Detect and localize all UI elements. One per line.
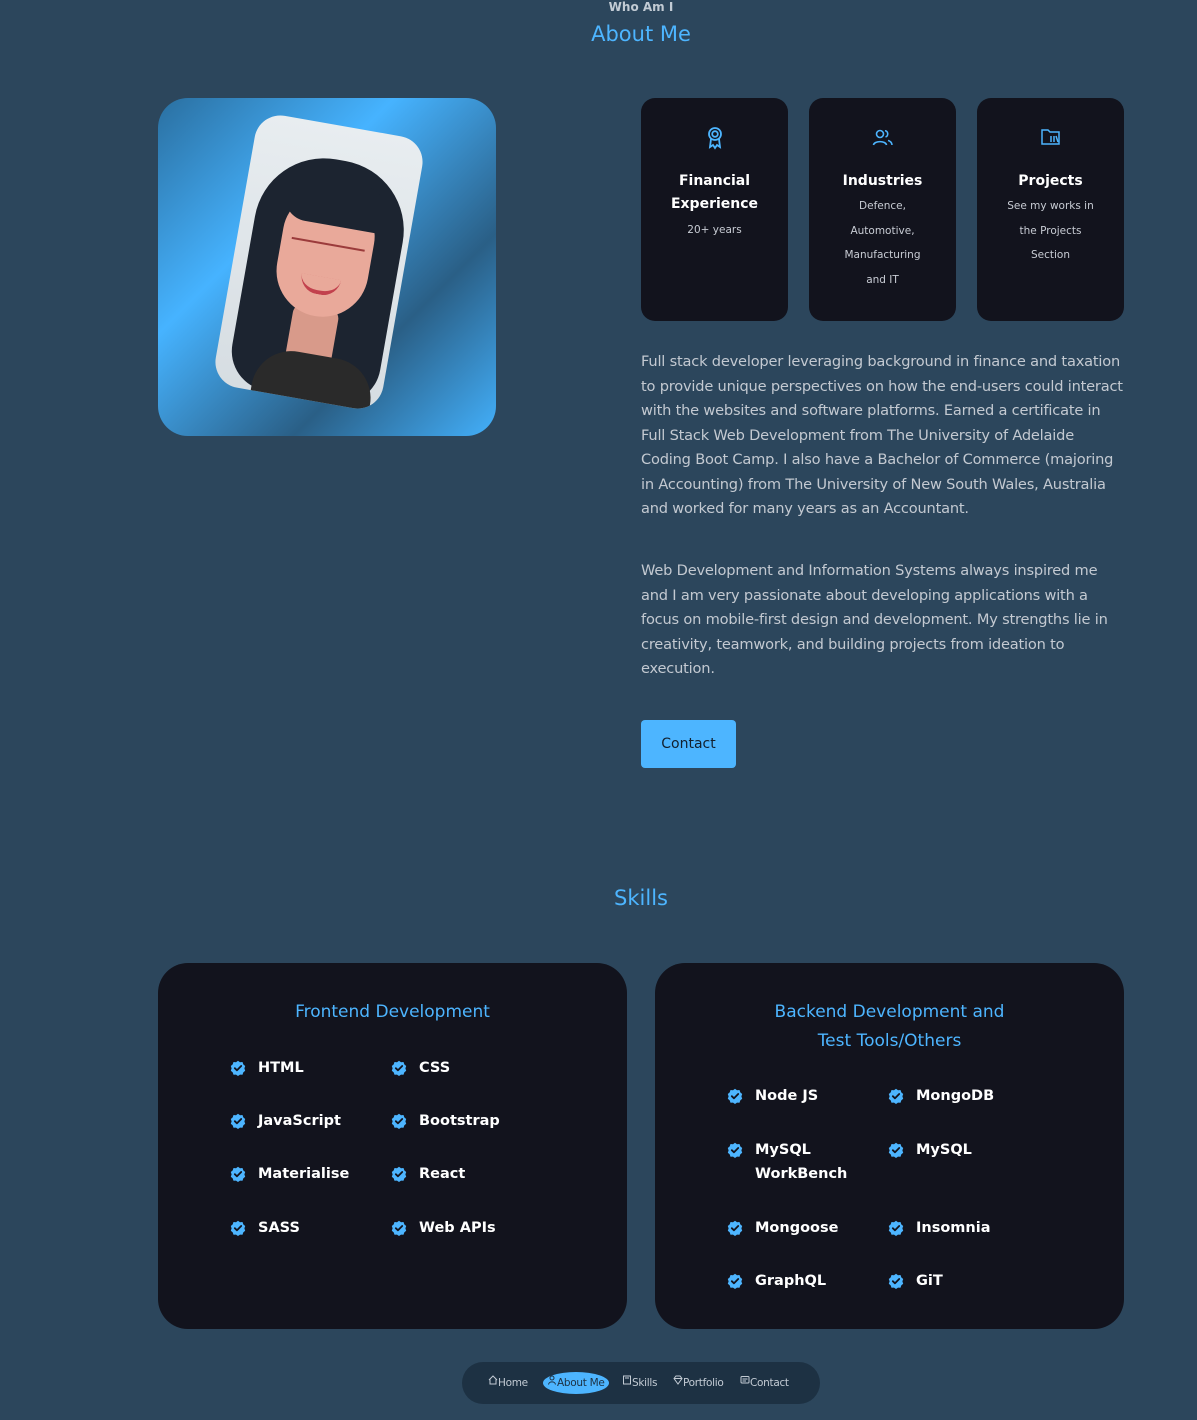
info-card-experience: Financial Experience 20+ years (641, 98, 788, 321)
about-paragraph: Web Development and Information Systems … (641, 562, 1108, 677)
skill-label: Web APIs (419, 1220, 496, 1236)
nav-item-label: Portfolio (683, 1377, 724, 1389)
skill-item: Web APIs (391, 1216, 541, 1240)
message-icon (740, 1376, 750, 1384)
skill-label: GiT (916, 1273, 943, 1289)
info-card-subtitle-line: Manufacturing (844, 249, 921, 261)
skill-item: Materialise (230, 1162, 380, 1186)
check-badge-icon (727, 1273, 743, 1289)
skill-item: Bootstrap (391, 1109, 541, 1133)
nav-item-portfolio[interactable]: Portfolio (673, 1372, 724, 1394)
check-badge-icon (391, 1060, 407, 1076)
nav-item-about-me[interactable]: About Me (543, 1372, 609, 1394)
check-badge-icon (391, 1166, 407, 1182)
skill-label: Materialise (258, 1166, 350, 1182)
skill-item: JavaScript (230, 1109, 380, 1133)
skill-label: MySQL WorkBench (755, 1142, 848, 1182)
info-card-industries: Industries Defence, Automotive, Manufact… (809, 98, 956, 321)
info-card-subtitle-line: Section (1030, 249, 1070, 261)
home-icon (488, 1375, 498, 1385)
info-card-subtitle-line: 20+ years (687, 224, 742, 236)
nav-item-label: Contact (750, 1377, 789, 1389)
info-card-title-line: Industries (842, 173, 923, 189)
bottom-nav: Home About Me Skills Portfolio Contact (462, 1362, 820, 1404)
check-badge-icon (727, 1220, 743, 1236)
skill-label: CSS (419, 1060, 451, 1076)
skill-label: MySQL (916, 1142, 972, 1158)
info-card-projects[interactable]: Projects See my works in the Projects Se… (977, 98, 1124, 321)
nav-item-label: Home (498, 1377, 528, 1389)
skill-label: SASS (258, 1220, 300, 1236)
skill-item: GiT (888, 1269, 1038, 1293)
skill-label: JavaScript (258, 1113, 341, 1129)
skill-item: Node JS (727, 1084, 877, 1108)
skill-item: Mongoose (727, 1216, 877, 1240)
skill-label: HTML (258, 1060, 304, 1076)
check-badge-icon (888, 1142, 904, 1158)
folder-icon (1040, 129, 1060, 145)
check-badge-icon (230, 1060, 246, 1076)
check-badge-icon (888, 1220, 904, 1236)
skill-label: GraphQL (755, 1273, 827, 1289)
nav-item-skills[interactable]: Skills (622, 1372, 657, 1394)
skill-label: Mongoose (755, 1220, 839, 1236)
skill-item: CSS (391, 1056, 541, 1080)
skill-item: GraphQL (727, 1269, 877, 1293)
skill-item: MongoDB (888, 1084, 1038, 1108)
profile-photo (211, 111, 427, 413)
skill-label: MongoDB (916, 1088, 995, 1104)
book-icon (623, 1375, 631, 1385)
info-card-subtitle-line: and IT (866, 273, 899, 286)
award-icon (707, 127, 722, 150)
skill-item: MySQL (888, 1138, 1038, 1162)
users-icon (872, 129, 893, 146)
check-badge-icon (230, 1166, 246, 1182)
skill-label: Node JS (755, 1088, 819, 1104)
info-card-title-line: Projects (1018, 173, 1083, 189)
check-badge-icon (727, 1088, 743, 1104)
info-card-subtitle-line: Automotive, (850, 224, 915, 237)
frontend-skills-heading: Frontend Development (295, 1002, 490, 1022)
check-badge-icon (391, 1220, 407, 1236)
nav-item-label: Skills (632, 1377, 658, 1389)
contact-button[interactable]: Contact (641, 720, 736, 768)
backend-skills-card: Backend Development and Test Tools/Other… (655, 963, 1124, 1329)
about-paragraph: Full stack developer leveraging backgrou… (641, 353, 1123, 517)
skill-label: Bootstrap (419, 1113, 500, 1129)
nav-item-label: About Me (557, 1377, 605, 1389)
skill-label: React (419, 1166, 466, 1182)
check-badge-icon (888, 1273, 904, 1289)
info-card-title-line: Financial (678, 173, 751, 189)
skill-item: SASS (230, 1216, 380, 1240)
skill-label: Insomnia (916, 1220, 991, 1236)
nav-item-contact[interactable]: Contact (740, 1372, 789, 1394)
section-eyebrow: Who Am I (608, 0, 674, 14)
skill-item: MySQL WorkBench (727, 1138, 877, 1186)
diamond-icon (673, 1375, 683, 1385)
frontend-skills-card: Frontend Development HTML CSS JavaScript Bo… (158, 963, 627, 1329)
profile-photo-frame (158, 98, 496, 436)
backend-skills-heading: Backend Development and Test Tools/Other… (774, 1002, 1005, 1051)
check-badge-icon (391, 1113, 407, 1129)
skill-item: React (391, 1162, 541, 1186)
info-card-subtitle-line: the Projects (1019, 224, 1082, 237)
info-card-subtitle-line: Defence, (859, 200, 906, 212)
info-card-subtitle-line: See my works in (1007, 200, 1094, 212)
check-badge-icon (230, 1113, 246, 1129)
skill-item: Insomnia (888, 1216, 1038, 1240)
info-card-title-line: Experience (670, 196, 759, 212)
check-badge-icon (727, 1142, 743, 1158)
check-badge-icon (888, 1088, 904, 1104)
about-title: About Me (591, 22, 691, 46)
skill-item: HTML (230, 1056, 380, 1080)
user-icon (548, 1375, 556, 1385)
check-badge-icon (230, 1220, 246, 1236)
skills-title: Skills (614, 886, 668, 910)
nav-item-home[interactable]: Home (488, 1372, 528, 1394)
